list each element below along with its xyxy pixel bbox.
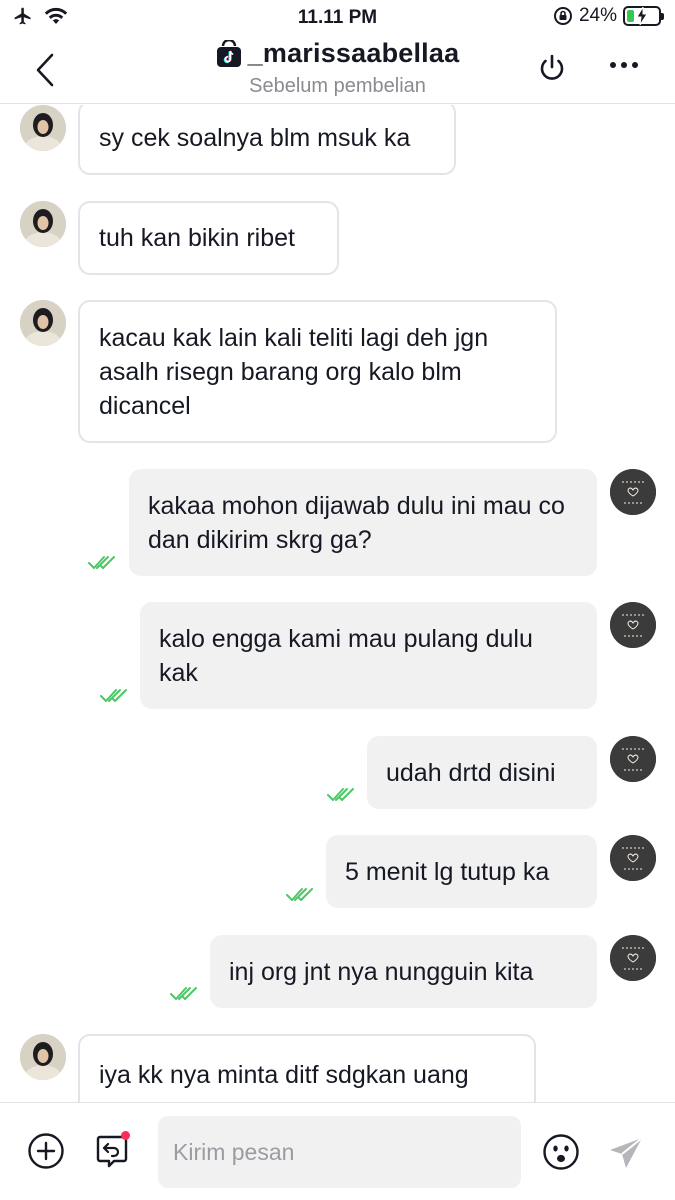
emoji-button[interactable] xyxy=(542,1133,580,1171)
avatar-image xyxy=(610,602,656,648)
send-button[interactable] xyxy=(608,1136,644,1170)
add-button[interactable] xyxy=(27,1132,65,1170)
message-text: kakaa mohon dijawab dulu ini mau co dan … xyxy=(148,491,565,554)
message-list[interactable]: sy cek soalnya blm msuk ka tuh kan bikin… xyxy=(0,105,675,1102)
notification-dot xyxy=(121,1131,130,1140)
message-bubble[interactable]: tuh kan bikin ribet xyxy=(78,201,339,275)
read-receipt-icon xyxy=(100,689,127,702)
message-bubble[interactable]: iya kk nya minta ditf sdgkan uang xyxy=(78,1034,536,1102)
battery-percent: 24% xyxy=(578,5,617,26)
avatar[interactable] xyxy=(610,736,656,782)
status-bar: 11.11 PM 24% xyxy=(0,0,675,34)
message-text: sy cek soalnya blm msuk ka xyxy=(99,124,411,152)
chat-header: _marissaabellaa Sebelum pembelian xyxy=(0,34,675,104)
more-button[interactable] xyxy=(610,62,638,68)
more-icon-dot xyxy=(610,62,616,68)
avatar-image xyxy=(610,469,656,515)
avatar-image xyxy=(20,105,66,151)
avatar[interactable] xyxy=(20,300,66,346)
message-text: iya kk nya minta ditf sdgkan uang xyxy=(99,1061,469,1089)
avatar-image xyxy=(20,300,66,346)
plus-circle-icon xyxy=(28,1133,64,1169)
message-bubble[interactable]: kalo engga kami mau pulang dulu kak xyxy=(140,602,597,709)
avatar-image xyxy=(610,835,656,881)
charging-bolt-icon xyxy=(636,7,648,25)
message-text: udah drtd disini xyxy=(386,758,556,787)
message-bubble[interactable]: inj org jnt nya nungguin kita xyxy=(210,935,597,1008)
message-text: 5 menit lg tutup ka xyxy=(345,857,550,886)
message-bubble[interactable]: kakaa mohon dijawab dulu ini mau co dan … xyxy=(129,469,597,576)
avatar[interactable] xyxy=(20,201,66,247)
header-title-block: _marissaabellaa Sebelum pembelian xyxy=(0,38,675,98)
read-receipt-icon xyxy=(327,788,354,801)
send-icon xyxy=(610,1137,643,1168)
avatar-image xyxy=(610,736,656,782)
message-text: kacau kak lain kali teliti lagi deh jgn … xyxy=(99,323,489,420)
read-receipt-icon xyxy=(286,888,313,901)
avatar-image xyxy=(610,935,656,981)
more-icon-dot xyxy=(621,62,627,68)
emoji-icon xyxy=(543,1134,579,1170)
avatar-image xyxy=(20,201,66,247)
orientation-lock-icon xyxy=(553,7,572,25)
battery-icon xyxy=(623,6,664,26)
tiktok-shop-icon xyxy=(216,39,241,67)
message-bubble[interactable]: kacau kak lain kali teliti lagi deh jgn … xyxy=(78,300,557,443)
power-icon xyxy=(540,54,564,80)
read-receipt-icon xyxy=(170,987,197,1000)
page-title[interactable]: _marissaabellaa xyxy=(248,38,460,69)
avatar[interactable] xyxy=(610,935,656,981)
message-text: kalo engga kami mau pulang dulu kak xyxy=(159,624,533,687)
avatar-image xyxy=(20,1034,66,1080)
avatar[interactable] xyxy=(610,602,656,648)
message-composer xyxy=(0,1102,675,1200)
more-icon-dot xyxy=(632,62,638,68)
message-bubble[interactable]: udah drtd disini xyxy=(367,736,597,809)
avatar[interactable] xyxy=(20,105,66,151)
message-bubble[interactable]: sy cek soalnya blm msuk ka xyxy=(78,105,456,175)
read-receipt-icon xyxy=(88,556,115,569)
message-text: inj org jnt nya nungguin kita xyxy=(229,957,534,986)
status-right: 24% xyxy=(553,5,664,27)
power-button[interactable] xyxy=(536,52,568,84)
page-subtitle: Sebelum pembelian xyxy=(249,74,426,97)
battery-level xyxy=(627,10,634,22)
message-bubble[interactable]: 5 menit lg tutup ka xyxy=(326,835,597,908)
message-text: tuh kan bikin ribet xyxy=(99,224,295,252)
avatar[interactable] xyxy=(20,1034,66,1080)
header-title-row: _marissaabellaa xyxy=(216,38,460,69)
avatar[interactable] xyxy=(610,469,656,515)
avatar[interactable] xyxy=(610,835,656,881)
message-input[interactable] xyxy=(158,1116,521,1188)
